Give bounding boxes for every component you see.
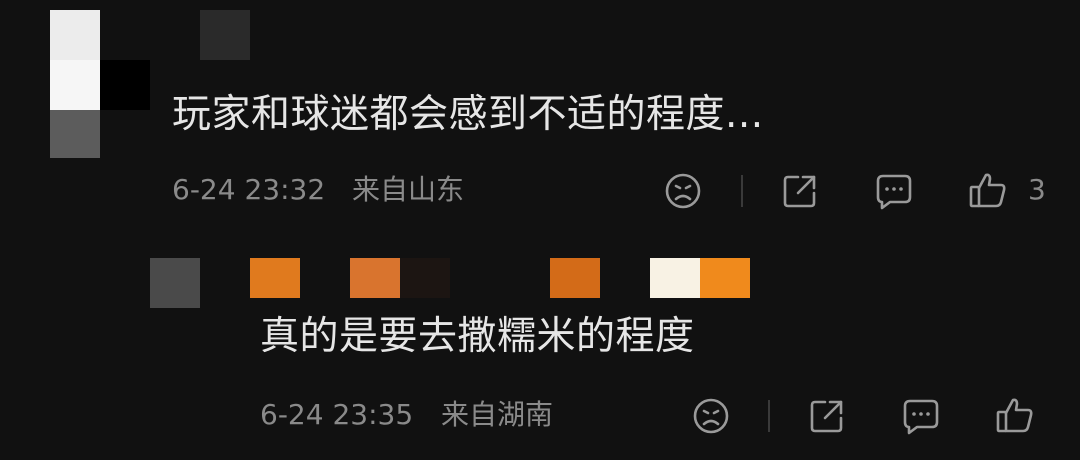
badge-pixel: [350, 258, 400, 298]
share-icon[interactable]: [780, 171, 820, 211]
avatar-pixel: [50, 10, 100, 60]
comment-text: 真的是要去撒糯米的程度: [260, 314, 695, 359]
like-count: 3: [1028, 173, 1046, 206]
share-icon[interactable]: [807, 396, 847, 436]
avatar-pixel: [50, 110, 100, 158]
action-divider: [768, 400, 770, 432]
comment-time: 6-24 23:32: [172, 173, 326, 206]
avatar-pixel: [100, 60, 150, 110]
comment-icon[interactable]: [874, 171, 914, 211]
badge-pixel: [550, 258, 600, 298]
badge-pixel: [400, 258, 450, 298]
thumbs-up-icon[interactable]: [968, 170, 1008, 210]
comment-icon[interactable]: [901, 396, 941, 436]
avatar-pixel: [50, 60, 100, 110]
badge-pixel: [700, 258, 750, 298]
comment-location: 来自山东: [352, 173, 465, 206]
username-censored[interactable]: [200, 10, 250, 60]
comment-time: 6-24 23:35: [260, 398, 414, 431]
sad-face-icon[interactable]: [663, 171, 703, 211]
action-divider: [741, 175, 743, 207]
badge-pixel: [650, 258, 700, 298]
comment-location: 来自湖南: [441, 398, 554, 431]
comment-thread: 玩家和球迷都会感到不适的程度... 6-24 23:32 来自山东 3 真的是要…: [0, 0, 1080, 460]
comment-text: 玩家和球迷都会感到不适的程度...: [172, 92, 764, 137]
thumbs-up-icon[interactable]: [995, 395, 1035, 435]
badge-pixel: [250, 258, 300, 298]
sad-face-icon[interactable]: [691, 396, 731, 436]
avatar[interactable]: [150, 258, 200, 308]
